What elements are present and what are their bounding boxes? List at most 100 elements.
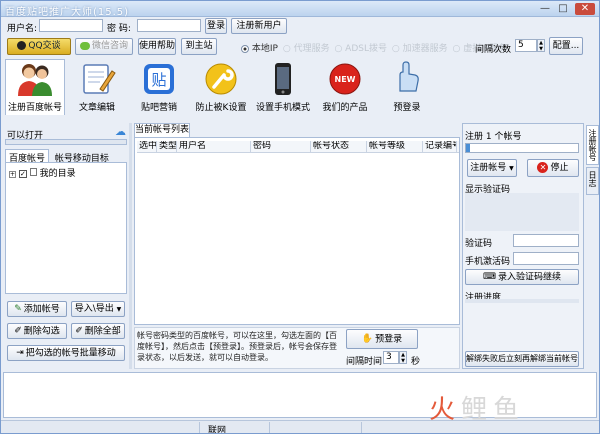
delete-checked-label: 删除勾选 — [23, 326, 60, 337]
stop-label: 停止 — [550, 163, 569, 173]
cloud-icon[interactable]: ☁ — [115, 125, 126, 138]
tool-tieba-marketing[interactable]: 贴 贴吧营销 — [131, 59, 187, 115]
tree-item-label: 我的目录 — [39, 169, 76, 179]
hand-icon — [399, 61, 419, 92]
tool-tieba-marketing-label: 贴吧营销 — [140, 103, 177, 113]
home-button[interactable]: 到主站 — [181, 38, 217, 55]
folder-icon — [29, 168, 37, 176]
tieba-icon: 贴 — [144, 64, 174, 94]
main-window: 百度贴吧推广大师(15.5) — □ ✕ 用户名: 密 码: 登录 注册新用户 … — [0, 0, 600, 434]
tree-item[interactable]: + ✓ 我的目录 — [9, 166, 76, 179]
register-user-button[interactable]: 注册新用户 — [231, 18, 287, 34]
interval-count-label: 间隔次数 — [475, 45, 512, 55]
col-username[interactable]: 用户名 — [177, 141, 251, 152]
status-divider — [199, 422, 200, 433]
config-button[interactable]: 配置... — [549, 37, 583, 55]
keyboard-icon: ⌨ — [482, 272, 496, 282]
delete-all-label: 删除全部 — [84, 326, 121, 337]
radio-accelerator[interactable]: ○ 加速器服务 — [392, 44, 448, 54]
radio-accelerator-label: 加速器服务 — [402, 44, 448, 54]
col-status[interactable]: 帐号状态 — [311, 141, 367, 152]
watermark-char: 火 — [429, 395, 462, 425]
add-icon: ✎ — [14, 304, 22, 314]
maximize-button[interactable]: □ — [555, 3, 571, 15]
batch-move-label: 把勾选的帐号批量移动 — [25, 348, 116, 359]
close-button[interactable]: ✕ — [575, 3, 595, 15]
interval-time-input[interactable]: 3 — [383, 351, 399, 364]
stop-button[interactable]: ✕ 停止 — [527, 159, 579, 177]
login-button[interactable]: 登录 — [205, 18, 227, 34]
password-label: 密 码: — [107, 24, 131, 34]
add-account-label: 添加帐号 — [23, 304, 60, 315]
side-tab-register[interactable]: 注册帐号 — [586, 125, 599, 165]
network-mode-group: 本地IP ○ 代理服务 ○ ADSL拨号 ○ 加速器服务 ○ 虚拟IP服务 — [241, 41, 507, 54]
radio-proxy[interactable]: ○ 代理服务 — [283, 44, 330, 54]
eraser-icon: ✐ — [14, 326, 22, 336]
side-tab-log[interactable]: 日志 — [586, 167, 599, 195]
qq-icon — [17, 41, 27, 50]
seconds-label: 秒 — [411, 357, 421, 367]
title-bar: 百度贴吧推广大师(15.5) — □ ✕ — [1, 1, 599, 18]
tool-register-account-label: 注册百度帐号 — [7, 103, 62, 113]
batch-move-button[interactable]: ⇥ 把勾选的帐号批量移动 — [7, 345, 125, 361]
expand-icon[interactable]: + — [9, 171, 16, 178]
register-progress-bar — [465, 143, 579, 153]
tool-our-products-label: 我们的产品 — [322, 103, 368, 113]
phone-code-input[interactable] — [513, 252, 579, 265]
accounts-grid — [134, 137, 460, 325]
wechat-button[interactable]: 微信咨询 — [75, 38, 133, 55]
register-account-button[interactable]: 注册帐号 ▼ — [467, 159, 517, 177]
svg-text:贴: 贴 — [151, 71, 166, 89]
interval-time-spinner[interactable]: ▲ ▼ — [399, 351, 407, 364]
phone-icon — [275, 63, 291, 95]
tool-prelogin[interactable]: 预登录 — [379, 59, 435, 115]
tool-phone-mode[interactable]: 设置手机模式 — [255, 59, 311, 115]
tab-current-accounts[interactable]: 当前帐号列表 — [134, 123, 190, 137]
code-label: 验证码 — [465, 239, 493, 249]
qq-chat-button[interactable]: QQ交谈 — [7, 38, 71, 55]
delete-all-button[interactable]: ✐ 删除全部 — [71, 323, 125, 339]
dropdown-arrow-icon: ▼ — [116, 306, 122, 313]
col-selected[interactable]: 选中 — [137, 141, 157, 152]
eraser-icon: ✐ — [75, 326, 83, 336]
tool-our-products[interactable]: NEW 我们的产品 — [317, 59, 373, 115]
help-button[interactable]: 使用帮助 — [138, 38, 176, 55]
unbind-button[interactable]: 解绑失败后立刻再解绑当前帐号 — [465, 351, 579, 367]
username-input[interactable] — [39, 19, 103, 32]
col-record-id[interactable]: 记录编号 — [423, 141, 457, 152]
interval-count-input[interactable]: 5 — [515, 39, 537, 52]
add-account-button[interactable]: ✎ 添加帐号 — [7, 301, 67, 317]
tool-phone-mode-label: 设置手机模式 — [255, 103, 310, 113]
account-tree: + ✓ 我的目录 — [5, 162, 127, 294]
radio-local-ip[interactable] — [241, 44, 249, 53]
delete-checked-button[interactable]: ✐ 删除勾选 — [7, 323, 67, 339]
status-divider — [269, 422, 270, 433]
enter-code-button[interactable]: ⌨ 录入验证码继续 — [465, 269, 579, 285]
tool-anti-ban-label: 防止被K设置 — [195, 103, 247, 113]
code-input[interactable] — [513, 234, 579, 247]
import-export-button[interactable]: 导入\导出 ▼ — [71, 301, 125, 317]
username-label: 用户名: — [7, 24, 38, 34]
window-title: 百度贴吧推广大师(15.5) — [5, 7, 130, 18]
splitter[interactable] — [129, 123, 132, 369]
interval-count-spinner[interactable]: ▲ ▼ — [537, 39, 545, 52]
password-input[interactable] — [137, 19, 201, 32]
radio-adsl[interactable]: ○ ADSL拨号 — [334, 44, 387, 54]
minimize-button[interactable]: — — [537, 3, 553, 15]
progress-track — [465, 299, 579, 303]
col-password[interactable]: 密码 — [251, 141, 311, 152]
enter-code-label: 录入验证码继续 — [497, 272, 561, 283]
tool-register-account[interactable]: 注册百度帐号 — [5, 59, 65, 115]
notepad-icon — [83, 64, 116, 94]
tool-anti-ban[interactable]: 防止被K设置 — [193, 59, 249, 115]
tree-checkbox[interactable]: ✓ — [18, 170, 27, 178]
interval-time-label: 间隔时间 — [346, 357, 383, 367]
wrench-icon — [205, 63, 237, 95]
watermark-text: 火鲤鱼 — [429, 395, 526, 425]
tool-prelogin-label: 预登录 — [393, 103, 421, 113]
tool-article-edit[interactable]: 文章编辑 — [69, 59, 125, 115]
prelogin-button[interactable]: ✋ 预登录 — [346, 329, 418, 349]
col-level[interactable]: 帐号等级 — [367, 141, 423, 152]
users-icon — [18, 64, 52, 96]
col-type[interactable]: 类型 — [157, 141, 177, 152]
